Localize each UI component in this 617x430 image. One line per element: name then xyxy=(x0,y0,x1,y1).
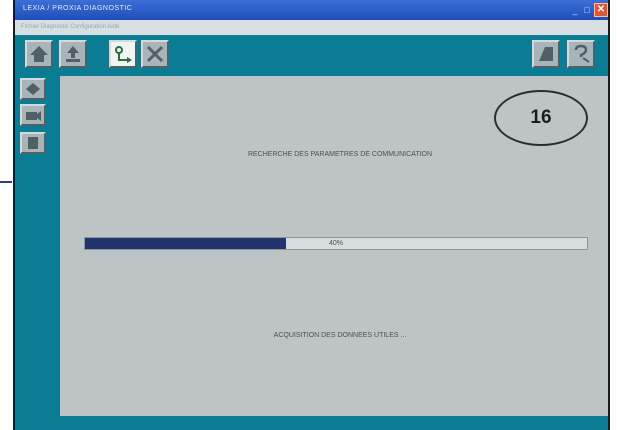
title-bar: LEXIA / PROXIA DIAGNOSTIC _ □ ✕ xyxy=(15,0,608,20)
connection-button[interactable] xyxy=(109,40,137,68)
connection-icon xyxy=(115,46,132,63)
tools-button[interactable] xyxy=(141,40,169,68)
step-number-badge: 16 xyxy=(494,90,588,146)
progress-label: 40% xyxy=(328,240,343,247)
help-icon xyxy=(574,44,590,63)
status-title: RECHERCHE DES PARAMETRES DE COMMUNICATIO… xyxy=(247,151,433,158)
progress-bar: 40% xyxy=(84,237,588,250)
sidebar-camera-button[interactable] xyxy=(20,104,46,126)
sidebar-tag-button[interactable] xyxy=(20,78,46,100)
menu-bar: Fichier Diagnostic Configuration Aide xyxy=(15,20,608,35)
home-icon xyxy=(30,46,48,62)
camera-icon xyxy=(26,111,41,121)
tag-icon xyxy=(26,83,40,95)
toolbar xyxy=(15,35,608,76)
app-window: LEXIA / PROXIA DIAGNOSTIC _ □ ✕ Fichier … xyxy=(13,0,610,430)
printer-icon xyxy=(539,47,553,61)
main-panel: 16 RECHERCHE DES PARAMETRES DE COMMUNICA… xyxy=(60,76,608,416)
print-button[interactable] xyxy=(532,40,560,68)
left-margin-rule xyxy=(0,181,12,183)
status-subtext: ACQUISITION DES DONNEES UTILES ... xyxy=(273,332,407,339)
sidebar-document-button[interactable] xyxy=(20,132,46,154)
close-button[interactable]: ✕ xyxy=(594,3,608,17)
sidebar xyxy=(15,76,59,416)
window-title: LEXIA / PROXIA DIAGNOSTIC xyxy=(23,5,133,12)
bottom-strip xyxy=(15,416,608,430)
upload-button[interactable] xyxy=(59,40,87,68)
tools-icon xyxy=(146,45,164,63)
help-button[interactable] xyxy=(567,40,595,68)
menu-items[interactable]: Fichier Diagnostic Configuration Aide xyxy=(21,24,119,30)
minimize-button[interactable]: _ xyxy=(569,4,581,16)
document-icon xyxy=(28,137,38,149)
upload-icon xyxy=(66,46,80,62)
maximize-button[interactable]: □ xyxy=(581,4,593,16)
home-button[interactable] xyxy=(25,40,53,68)
